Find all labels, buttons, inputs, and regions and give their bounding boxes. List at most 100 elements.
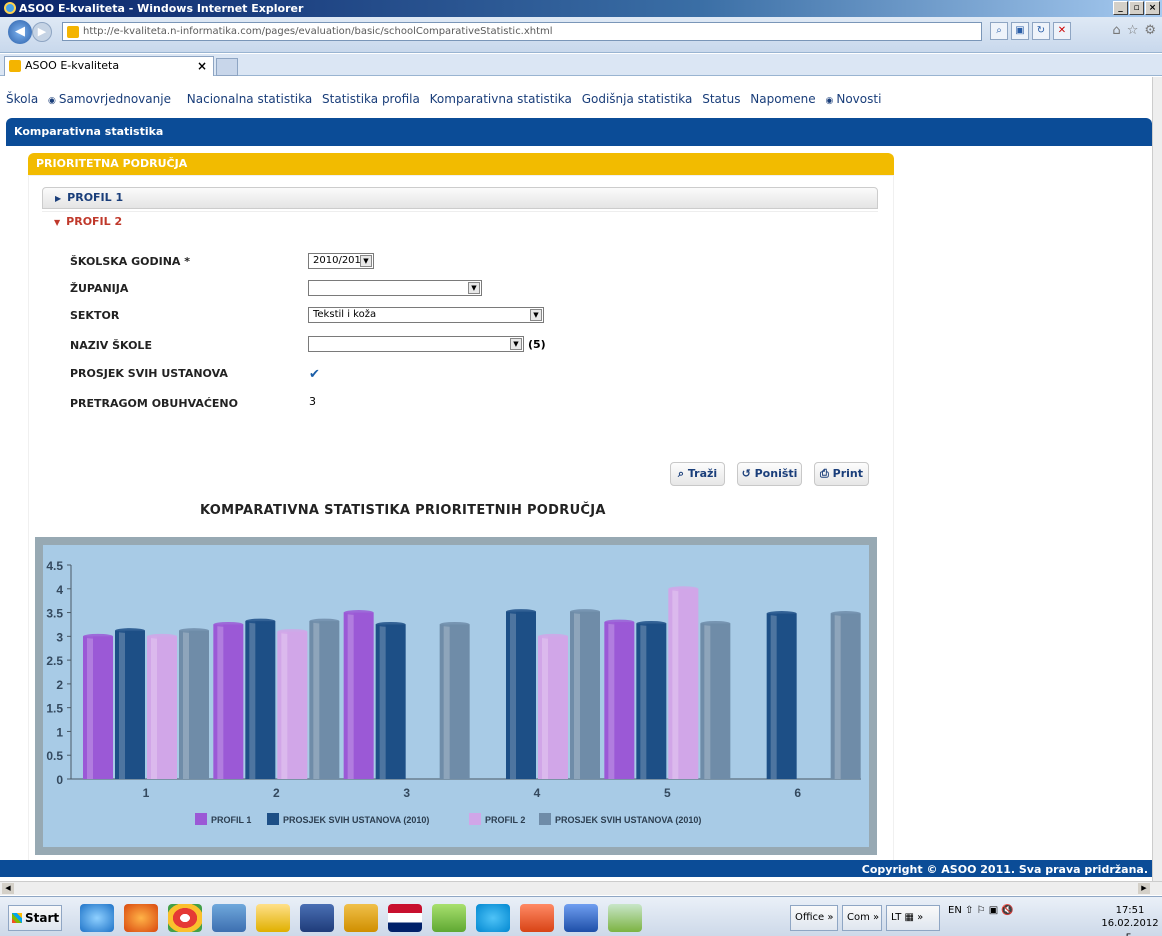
bar-highlight bbox=[379, 624, 386, 779]
accordion-label: PROFIL 1 bbox=[67, 191, 124, 204]
accordion-profil-2[interactable]: ▼ PROFIL 2 bbox=[42, 211, 878, 233]
page-content: Škola Samovrjednovanje Nacionalna statis… bbox=[0, 77, 1152, 877]
menu-item-statistika-profila[interactable]: Statistika profila bbox=[322, 92, 420, 106]
y-tick-label: 0.5 bbox=[46, 749, 63, 763]
bar-highlight bbox=[608, 622, 615, 779]
search-icon[interactable]: ⌕ bbox=[990, 22, 1008, 40]
ie-taskbar-icon[interactable] bbox=[80, 904, 114, 932]
menu-item-novosti[interactable]: Novosti bbox=[825, 92, 887, 106]
menu-item-status[interactable]: Status bbox=[702, 92, 740, 106]
bar-cap bbox=[506, 609, 536, 615]
back-button[interactable]: ◀ bbox=[8, 20, 32, 44]
favorites-star-icon[interactable]: ☆ bbox=[1127, 23, 1139, 38]
y-tick-label: 2.5 bbox=[46, 654, 63, 668]
county-label: ŽUPANIJA bbox=[70, 282, 129, 295]
average-checkbox[interactable]: ✔ bbox=[309, 367, 320, 382]
accordion-label: PROFIL 2 bbox=[66, 215, 123, 228]
compat-view-icon[interactable]: ▣ bbox=[1011, 22, 1029, 40]
window-title: ASOO E-kvaliteta - Windows Internet Expl… bbox=[19, 2, 304, 15]
minimize-icon[interactable]: _ bbox=[1113, 1, 1128, 15]
refresh-icon[interactable]: ↻ bbox=[1032, 22, 1050, 40]
taskbar-com-button[interactable]: Com » bbox=[842, 905, 882, 931]
app-taskbar-icon[interactable] bbox=[432, 904, 466, 932]
search-button[interactable]: ⌕ Traži bbox=[670, 462, 725, 486]
forward-button[interactable]: ▶ bbox=[32, 22, 52, 42]
uk-flag-taskbar-icon[interactable] bbox=[388, 904, 422, 932]
browser-tab[interactable]: ASOO E-kvaliteta × bbox=[4, 56, 214, 76]
skype-taskbar-icon[interactable] bbox=[476, 904, 510, 932]
language-indicator[interactable]: EN bbox=[948, 905, 962, 916]
chevron-down-icon: ▼ bbox=[360, 255, 372, 267]
bar-cap bbox=[277, 629, 308, 635]
tray-network-icon[interactable]: ▣ bbox=[989, 905, 998, 916]
menu-item-samovrjednovanje[interactable]: Samovrjednovanje bbox=[48, 92, 177, 106]
chevron-down-icon: ▼ bbox=[468, 282, 480, 294]
taskbar: Start Office » Com » LT ▦ » EN ⇧ ⚐ ▣ 🔇 1… bbox=[0, 896, 1162, 936]
county-select[interactable]: ▼ bbox=[308, 280, 482, 296]
word-taskbar-icon[interactable] bbox=[564, 904, 598, 932]
gear-icon[interactable]: ⚙ bbox=[1144, 23, 1156, 38]
y-tick-label: 1.5 bbox=[46, 702, 63, 716]
bar-highlight bbox=[672, 588, 679, 779]
school-select[interactable]: ▼ bbox=[308, 336, 524, 352]
new-tab-button[interactable] bbox=[216, 58, 238, 76]
menu-item-komparativna-statistika[interactable]: Komparativna statistika bbox=[430, 92, 572, 106]
outlook-taskbar-icon[interactable] bbox=[344, 904, 378, 932]
school-count: (5) bbox=[528, 338, 546, 351]
stop-icon[interactable]: ✕ bbox=[1053, 22, 1071, 40]
maximize-icon[interactable]: ▫ bbox=[1129, 1, 1144, 15]
menu-item-nacionalna-statistika[interactable]: Nacionalna statistika bbox=[187, 92, 312, 106]
bar-cap bbox=[830, 611, 861, 617]
accordion-profil-1[interactable]: ▶ PROFIL 1 bbox=[42, 187, 878, 209]
vertical-scrollbar[interactable] bbox=[1152, 77, 1162, 881]
year-label: ŠKOLSKA GODINA * bbox=[70, 255, 191, 268]
scroll-left-icon[interactable]: ◀ bbox=[2, 883, 14, 894]
network-taskbar-icon[interactable] bbox=[212, 904, 246, 932]
checkmark-icon: ✔ bbox=[309, 367, 320, 382]
tray-flag-icon[interactable]: ⚐ bbox=[977, 905, 986, 916]
legend-label: PROSJEK SVIH USTANOVA (2010) bbox=[555, 815, 701, 825]
taskbar-lt-button[interactable]: LT ▦ » bbox=[886, 905, 940, 931]
clock[interactable]: 17:51 16.02.2012 г. bbox=[1098, 904, 1162, 936]
close-icon[interactable]: × bbox=[1145, 1, 1160, 15]
bar-cap bbox=[375, 621, 406, 627]
taskbar-office-button[interactable]: Office » bbox=[790, 905, 838, 931]
school-label: NAZIV ŠKOLE bbox=[70, 339, 152, 352]
chevron-down-icon: ▼ bbox=[510, 338, 522, 350]
menu-item-napomene[interactable]: Napomene bbox=[750, 92, 815, 106]
tray-arrow-icon[interactable]: ⇧ bbox=[965, 905, 973, 916]
site-favicon-icon bbox=[67, 26, 79, 38]
year-select[interactable]: 2010/2011 ▼ bbox=[308, 253, 374, 269]
bar-cap bbox=[538, 633, 568, 639]
menu-item-godisnja-statistika[interactable]: Godišnja statistika bbox=[582, 92, 693, 106]
save-taskbar-icon[interactable] bbox=[300, 904, 334, 932]
print-button-label: Print bbox=[832, 467, 863, 480]
url-input[interactable]: http://e-kvaliteta.n-informatika.com/pag… bbox=[62, 22, 982, 41]
tray-volume-icon[interactable]: 🔇 bbox=[1001, 905, 1013, 916]
chrome-taskbar-icon[interactable] bbox=[168, 904, 202, 932]
powerpoint-taskbar-icon[interactable] bbox=[520, 904, 554, 932]
section-header: PRIORITETNA PODRUČJA bbox=[28, 153, 894, 175]
sector-select[interactable]: Tekstil i koža ▼ bbox=[308, 307, 544, 323]
horizontal-scrollbar[interactable]: ◀ ▶ bbox=[0, 881, 1162, 895]
tab-close-icon[interactable]: × bbox=[197, 57, 207, 75]
bar-highlight bbox=[249, 621, 256, 779]
chevron-down-icon: ▼ bbox=[54, 218, 61, 227]
scroll-right-icon[interactable]: ▶ bbox=[1138, 883, 1150, 894]
legend-label: PROSJEK SVIH USTANOVA (2010) bbox=[283, 815, 429, 825]
bar-cap bbox=[668, 586, 699, 592]
firefox-taskbar-icon[interactable] bbox=[124, 904, 158, 932]
bar-highlight bbox=[834, 613, 841, 779]
menu-item-skola[interactable]: Škola bbox=[6, 92, 38, 106]
bar-cap bbox=[636, 620, 667, 626]
window-controls: _ ▫ × bbox=[1113, 1, 1160, 15]
y-tick-label: 1 bbox=[56, 725, 63, 739]
folder-taskbar-icon[interactable] bbox=[256, 904, 290, 932]
bar-highlight bbox=[87, 636, 93, 779]
paint-taskbar-icon[interactable] bbox=[608, 904, 642, 932]
tab-strip: ASOO E-kvaliteta × bbox=[0, 54, 1162, 76]
home-icon[interactable]: ⌂ bbox=[1112, 23, 1120, 38]
start-button[interactable]: Start bbox=[8, 905, 62, 931]
print-button[interactable]: ⎙ Print bbox=[814, 462, 869, 486]
reset-button[interactable]: ↺ Poništi bbox=[737, 462, 802, 486]
